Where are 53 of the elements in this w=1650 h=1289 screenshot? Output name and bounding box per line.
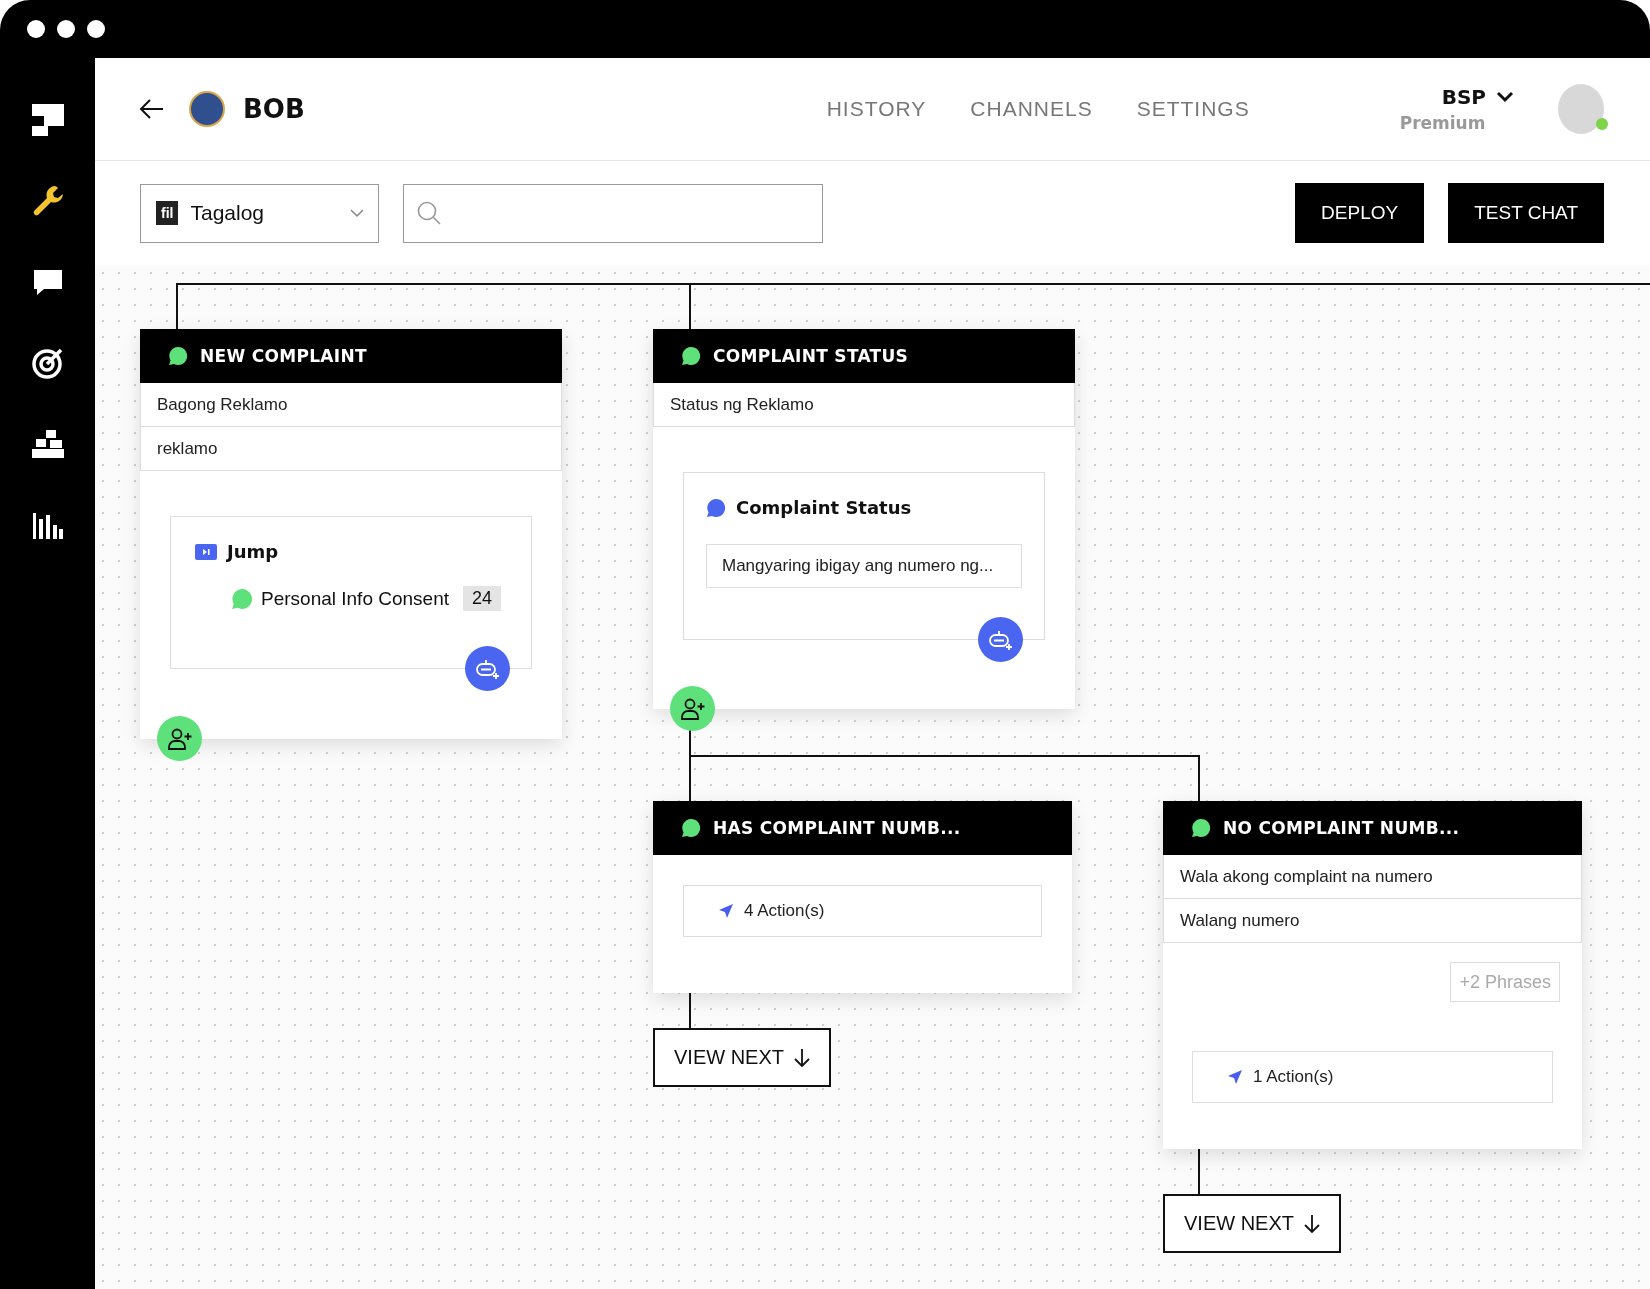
nav-tab[interactable]: CHANNELS bbox=[970, 97, 1093, 121]
chat-bubble-icon bbox=[681, 346, 701, 366]
node-header[interactable]: NO COMPLAINT NUMB... bbox=[1163, 801, 1582, 855]
phrase-row[interactable]: Status ng Reklamo bbox=[653, 383, 1075, 427]
node-header[interactable]: NEW COMPLAINT bbox=[140, 329, 562, 383]
phrase-row[interactable]: Bagong Reklamo bbox=[140, 383, 562, 427]
chat-bubble-icon bbox=[231, 587, 253, 610]
skip-icon bbox=[195, 543, 217, 560]
bot-name: BOB bbox=[243, 94, 305, 124]
view-next-button[interactable]: VIEW NEXT bbox=[653, 1028, 831, 1087]
nav-tab[interactable]: SETTINGS bbox=[1136, 97, 1250, 121]
phrase-row[interactable]: Walang numero bbox=[1163, 899, 1582, 943]
search-field[interactable] bbox=[403, 183, 823, 243]
add-response-button[interactable] bbox=[978, 617, 1023, 662]
back-arrow-icon bbox=[139, 98, 165, 120]
navigation-arrow-icon bbox=[718, 903, 734, 919]
node-header[interactable]: HAS COMPLAINT NUMB... bbox=[653, 801, 1072, 855]
actions-field[interactable]: 4 Action(s) bbox=[683, 885, 1042, 937]
language-dropdown[interactable]: fil Tagalog bbox=[140, 183, 379, 243]
plan-label: Premium bbox=[1399, 113, 1486, 133]
count-badge: 24 bbox=[463, 586, 502, 611]
chat-bubble-icon bbox=[681, 818, 701, 838]
chevron-down-icon bbox=[350, 208, 364, 218]
nav-tab[interactable]: HISTORY bbox=[826, 97, 927, 121]
toolbar-button[interactable]: TEST CHAT bbox=[1448, 183, 1604, 243]
arrow-down-icon bbox=[794, 1047, 810, 1068]
chat-bubble-icon bbox=[706, 497, 726, 518]
view-next-button[interactable]: VIEW NEXT bbox=[1163, 1194, 1341, 1253]
arrow-down-icon bbox=[1304, 1213, 1320, 1234]
language-code-badge: fil bbox=[156, 201, 179, 225]
user-add-icon bbox=[166, 727, 193, 750]
bot-add-icon bbox=[474, 657, 501, 680]
chat-bubble-icon bbox=[168, 346, 188, 366]
add-response-button[interactable] bbox=[465, 646, 510, 691]
jump-target-link[interactable]: Personal Info Consent bbox=[261, 587, 449, 610]
chat-bubble-icon bbox=[1191, 818, 1211, 838]
actions-field[interactable]: 1 Action(s) bbox=[1192, 1051, 1553, 1103]
account-name[interactable]: BSP bbox=[1441, 85, 1486, 109]
add-user-button[interactable] bbox=[157, 716, 202, 761]
bot-add-icon bbox=[987, 628, 1014, 651]
add-user-button[interactable] bbox=[670, 686, 715, 731]
card-title: Jump bbox=[227, 541, 279, 562]
navigation-arrow-icon bbox=[1227, 1069, 1243, 1085]
phrase-row[interactable]: Wala akong complaint na numero bbox=[1163, 855, 1582, 899]
search-icon bbox=[416, 200, 442, 226]
toolbar-button[interactable]: DEPLOY bbox=[1295, 183, 1425, 243]
message-text-field[interactable]: Mangyaring ibigay ang numero ng... bbox=[706, 544, 1022, 588]
card-title: Complaint Status bbox=[736, 497, 912, 518]
bot-avatar bbox=[189, 91, 225, 127]
user-add-icon bbox=[679, 697, 706, 720]
chevron-down-icon bbox=[1496, 91, 1514, 103]
node-header[interactable]: COMPLAINT STATUS bbox=[653, 329, 1075, 383]
phrase-row[interactable]: reklamo bbox=[140, 427, 562, 471]
